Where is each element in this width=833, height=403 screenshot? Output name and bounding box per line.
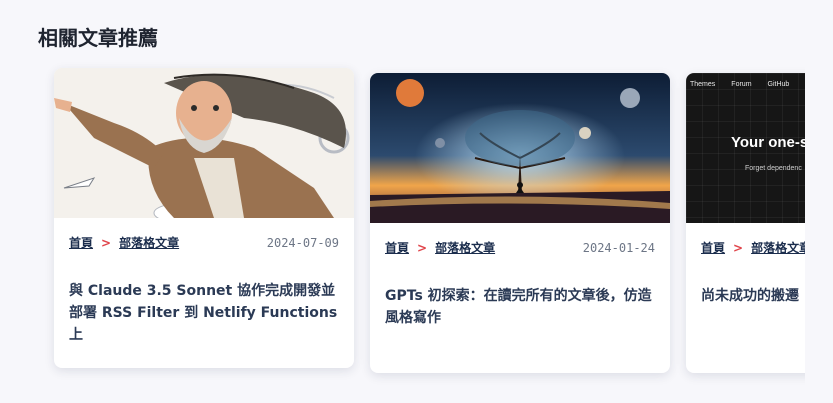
article-title[interactable]: GPTs 初探索：在讀完所有的文章後，仿造風格寫作 — [385, 285, 655, 329]
article-card[interactable]: Themes Forum GitHub Your one-s Forget de… — [686, 73, 805, 373]
breadcrumb-home-link[interactable]: 首頁 — [69, 234, 93, 251]
site-sub-text: Forget dependenc — [745, 165, 802, 172]
site-hero-text: Your one-s — [731, 134, 805, 151]
post-date: 2024-01-24 — [582, 240, 655, 255]
breadcrumb-category-link[interactable]: 部落格文章 — [119, 234, 179, 251]
article-title[interactable]: 尚未成功的搬遷 (Wordpress) 趣 — [701, 285, 805, 307]
site-nav-item: Themes — [690, 81, 716, 88]
site-preview: Themes Forum GitHub Your one-s Forget de… — [686, 73, 805, 223]
breadcrumb-separator: > — [733, 240, 744, 255]
breadcrumb-category-link[interactable]: 部落格文章 — [751, 239, 805, 256]
card-meta: 首頁 > 部落格文章 2024-07-09 — [69, 234, 339, 251]
breadcrumb-separator: > — [101, 235, 112, 250]
card-meta: 首頁 > 部落格文章 — [701, 239, 805, 256]
site-nav-item: Forum — [731, 81, 752, 88]
breadcrumb-category-link[interactable]: 部落格文章 — [435, 239, 495, 256]
breadcrumb-home-link[interactable]: 首頁 — [701, 239, 725, 256]
article-card[interactable]: 首頁 > 部落格文章 2024-01-24 GPTs 初探索：在讀完所有的文章後… — [370, 73, 670, 373]
breadcrumb: 首頁 > 部落格文章 — [701, 239, 805, 256]
cosmic-tree-image[interactable] — [370, 73, 670, 223]
illustration-image[interactable] — [54, 68, 354, 218]
site-nav: Themes Forum GitHub — [690, 81, 789, 88]
cards-carousel: 首頁 > 部落格文章 2024-07-09 與 Claude 3.5 Sonne… — [0, 0, 805, 403]
article-card[interactable]: 首頁 > 部落格文章 2024-07-09 與 Claude 3.5 Sonne… — [54, 68, 354, 368]
article-title[interactable]: 與 Claude 3.5 Sonnet 協作完成開發並部署 RSS Filter… — [69, 280, 339, 346]
post-date: 2024-07-09 — [266, 235, 339, 250]
site-nav-item: GitHub — [767, 81, 790, 88]
card-meta: 首頁 > 部落格文章 2024-01-24 — [385, 239, 655, 256]
breadcrumb-separator: > — [417, 240, 428, 255]
breadcrumb: 首頁 > 部落格文章 — [69, 234, 179, 251]
website-screenshot-image[interactable]: Themes Forum GitHub Your one-s Forget de… — [686, 73, 805, 223]
breadcrumb: 首頁 > 部落格文章 — [385, 239, 495, 256]
breadcrumb-home-link[interactable]: 首頁 — [385, 239, 409, 256]
